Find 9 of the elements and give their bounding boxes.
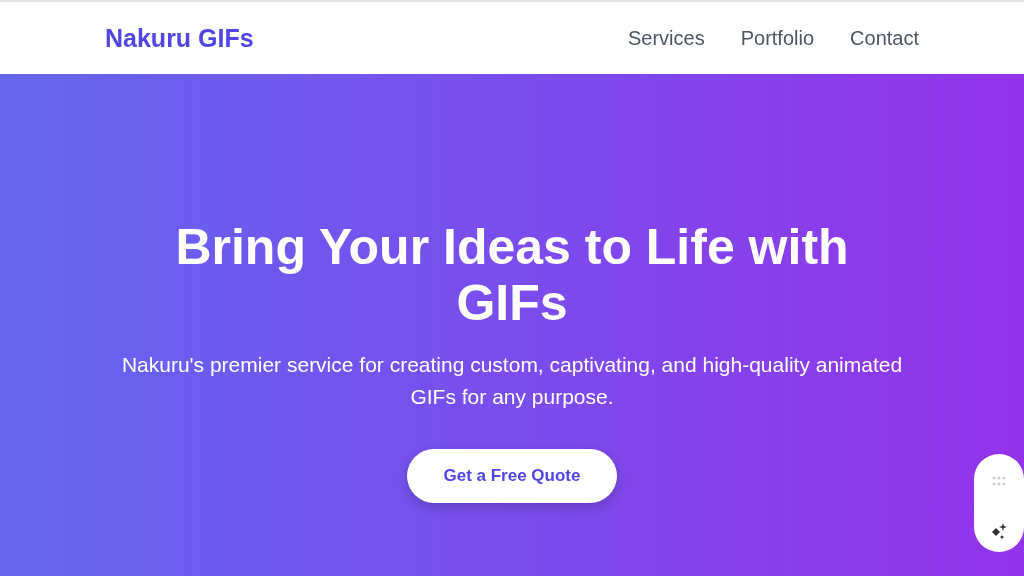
nav-link[interactable]: Services	[628, 26, 705, 50]
hero-title: Bring Your Ideas to Life with GIFs	[174, 219, 850, 331]
logo-link[interactable]: Nakuru GIFs	[105, 23, 254, 53]
sparkle-icon[interactable]	[990, 522, 1008, 540]
quote-button[interactable]: Get a Free Quote	[406, 449, 618, 503]
nav-link[interactable]: Contact	[850, 26, 919, 50]
nav-link[interactable]: Portfolio	[740, 26, 815, 50]
grip-icon[interactable]	[992, 476, 1006, 486]
hero-subtitle: Nakuru's premier service for creating custom, captivating, and high-quality animated GIFs for any purpose.	[120, 352, 904, 410]
